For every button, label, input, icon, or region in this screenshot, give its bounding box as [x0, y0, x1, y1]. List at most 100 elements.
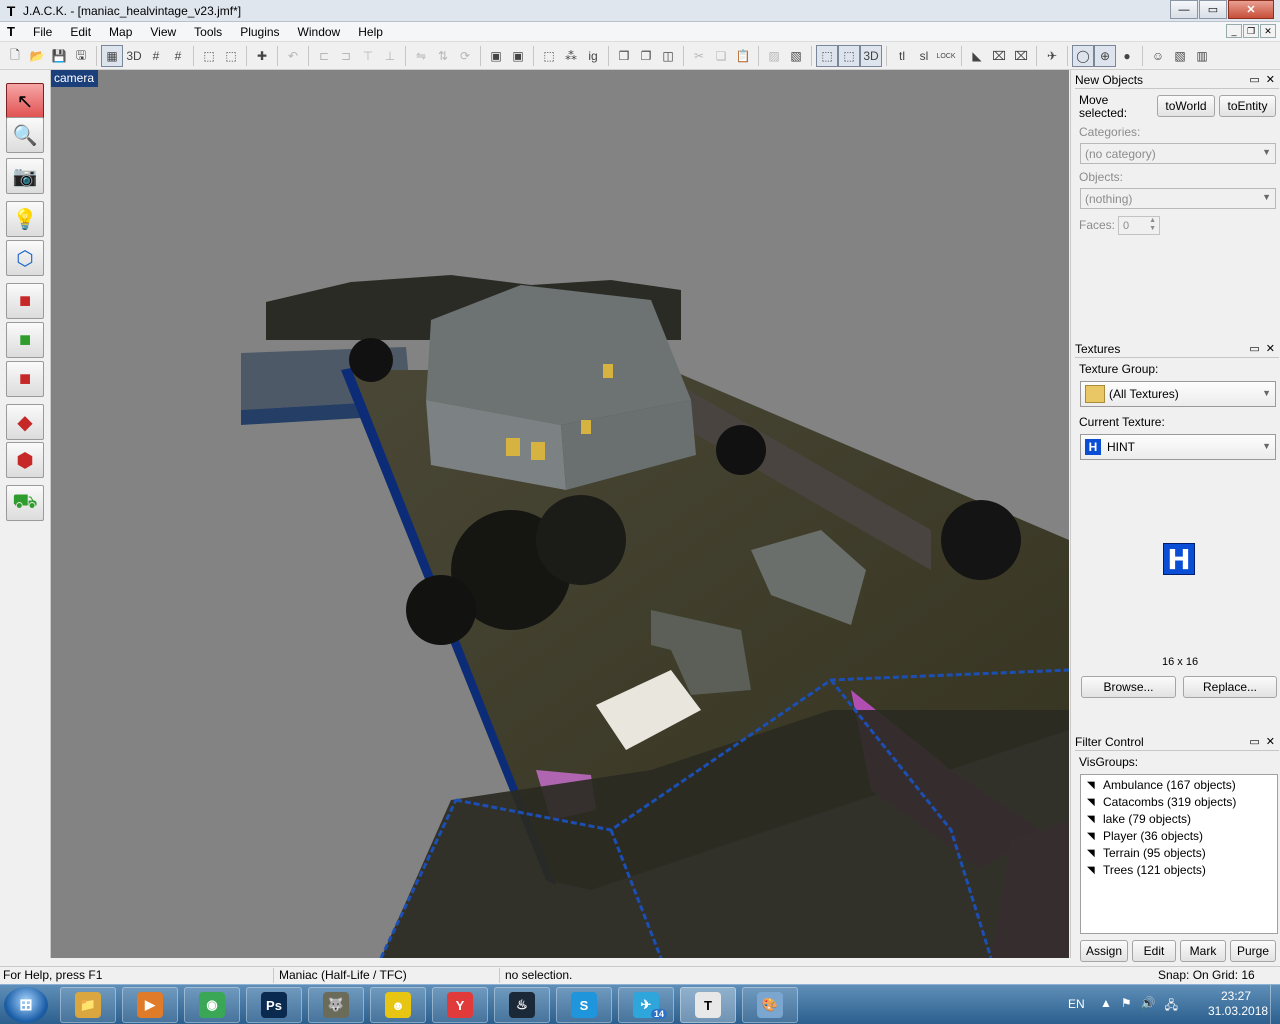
cut-icon[interactable]: ✂: [688, 45, 710, 67]
media-player-icon[interactable]: ▶: [122, 987, 178, 1023]
menu-window[interactable]: Window: [289, 25, 350, 39]
visibility-icon[interactable]: ◥: [1087, 814, 1101, 825]
clip-green-icon[interactable]: ⌧: [1010, 45, 1032, 67]
block-red-tool-icon[interactable]: ■: [6, 361, 44, 397]
menu-tools[interactable]: Tools: [185, 25, 231, 39]
replace-button[interactable]: Replace...: [1183, 676, 1277, 698]
clock[interactable]: 23:27 31.03.2018: [1208, 989, 1268, 1019]
cube-wire-tool-icon[interactable]: ⬡: [6, 240, 44, 276]
visibility-icon[interactable]: ◥: [1087, 865, 1101, 876]
ungroup-icon[interactable]: ❐: [635, 45, 657, 67]
magnify-tool-icon[interactable]: 🔍: [6, 117, 44, 153]
close-icon[interactable]: ✕: [1266, 342, 1275, 355]
close-icon[interactable]: ✕: [1266, 735, 1275, 748]
faces-spinner[interactable]: 0 ▲ ▼: [1118, 216, 1160, 235]
to-world-button[interactable]: toWorld: [1157, 95, 1215, 117]
carve-tool-icon[interactable]: ◣: [966, 45, 988, 67]
hide-icon[interactable]: ◫: [657, 45, 679, 67]
menu-file[interactable]: File: [24, 25, 61, 39]
grid-large-icon[interactable]: #: [167, 45, 189, 67]
show-desktop-button[interactable]: [1270, 985, 1280, 1024]
face-icon[interactable]: ☺: [1147, 45, 1169, 67]
paint-icon[interactable]: 🎨: [742, 987, 798, 1023]
grid-3d-icon[interactable]: 3D: [123, 45, 145, 67]
spin-arrows-icon[interactable]: ▲ ▼: [1149, 217, 1156, 233]
visibility-icon[interactable]: ◥: [1087, 780, 1101, 791]
menu-map[interactable]: Map: [100, 25, 141, 39]
current-texture-select[interactable]: H HINT ▼: [1080, 434, 1276, 460]
grid-small-icon[interactable]: #: [145, 45, 167, 67]
visgroup-item[interactable]: ◥ Ambulance (167 objects): [1087, 778, 1236, 792]
sl-icon[interactable]: sl: [913, 45, 935, 67]
categories-select[interactable]: (no category) ▼: [1080, 143, 1276, 164]
visgroup-item[interactable]: ◥ Trees (121 objects): [1087, 863, 1206, 877]
view-3d-icon[interactable]: 3D: [860, 45, 882, 67]
arrow-up-icon[interactable]: ⊕: [1094, 45, 1116, 67]
texture-lock-icon[interactable]: ▨: [763, 45, 785, 67]
mdi-close-button[interactable]: ✕: [1260, 24, 1276, 38]
entity-to-world-icon[interactable]: ▣: [485, 45, 507, 67]
mdi-restore-button[interactable]: ❐: [1243, 24, 1259, 38]
visibility-icon[interactable]: ◥: [1087, 797, 1101, 808]
to-entity-button[interactable]: toEntity: [1219, 95, 1276, 117]
align-right-icon[interactable]: ⊐: [335, 45, 357, 67]
happy-icon[interactable]: ☻: [370, 987, 426, 1023]
book-icon[interactable]: ▥: [1191, 45, 1213, 67]
close-icon[interactable]: ✕: [1266, 73, 1275, 86]
grid-icon[interactable]: ▦: [101, 45, 123, 67]
sphere-icon[interactable]: ◯: [1072, 45, 1094, 67]
visgroups-list[interactable]: ◥ Ambulance (167 objects) ◥ Catacombs (319 …: [1080, 774, 1278, 934]
select-tool-icon[interactable]: ↖: [6, 83, 44, 119]
camera-viewport[interactable]: camera: [51, 70, 1069, 958]
language-indicator[interactable]: EN: [1068, 997, 1085, 1011]
image-icon[interactable]: ▧: [1169, 45, 1191, 67]
vertex2-icon[interactable]: ⬚: [220, 45, 242, 67]
save-as-icon[interactable]: 🖫: [70, 45, 92, 67]
float-icon[interactable]: ▭: [1249, 342, 1259, 355]
objects-select[interactable]: (nothing) ▼: [1080, 188, 1276, 209]
carve-icon[interactable]: ⬚: [538, 45, 560, 67]
open-icon[interactable]: 📂: [26, 45, 48, 67]
gimp-icon[interactable]: 🐺: [308, 987, 364, 1023]
photoshop-icon[interactable]: Ps: [246, 987, 302, 1023]
menu-plugins[interactable]: Plugins: [231, 25, 288, 39]
block-tool-icon[interactable]: ■: [6, 283, 44, 319]
undo-icon[interactable]: ↶: [282, 45, 304, 67]
copy-icon[interactable]: ❏: [710, 45, 732, 67]
vertex-tool-icon[interactable]: ⬢: [6, 442, 44, 478]
texture-group-select[interactable]: (All Textures) ▼: [1080, 381, 1276, 407]
mark-button[interactable]: Mark: [1180, 940, 1226, 962]
path-tool-icon[interactable]: ⛟: [6, 485, 44, 521]
yandex-icon[interactable]: Y: [432, 987, 488, 1023]
world-to-entity-icon[interactable]: ▣: [507, 45, 529, 67]
jack-icon[interactable]: T: [680, 987, 736, 1023]
ig-icon[interactable]: ig: [582, 45, 604, 67]
mdi-minimize-button[interactable]: _: [1226, 24, 1242, 38]
action-center-icon[interactable]: ⚑: [1121, 996, 1132, 1017]
telegram-icon[interactable]: ✈ 14: [618, 987, 674, 1023]
block-green-tool-icon[interactable]: ■: [6, 322, 44, 358]
camera-tool-icon[interactable]: 📷: [6, 158, 44, 194]
texture-lock2-icon[interactable]: ▧: [785, 45, 807, 67]
group-icon[interactable]: ❒: [613, 45, 635, 67]
purge-button[interactable]: Purge: [1230, 940, 1276, 962]
dots-icon[interactable]: ●: [1116, 45, 1138, 67]
view-2d-b-icon[interactable]: ⬚: [838, 45, 860, 67]
vertex-icon[interactable]: ⬚: [198, 45, 220, 67]
align-top-icon[interactable]: ⊤: [357, 45, 379, 67]
float-icon[interactable]: ▭: [1249, 735, 1259, 748]
assign-button[interactable]: Assign: [1080, 940, 1128, 962]
rotate-icon[interactable]: ⟳: [454, 45, 476, 67]
skype-icon[interactable]: S: [556, 987, 612, 1023]
chrome-icon[interactable]: ◉: [184, 987, 240, 1023]
snap-icon[interactable]: ✚: [251, 45, 273, 67]
show-hidden-icon[interactable]: ▲: [1100, 996, 1112, 1017]
menu-help[interactable]: Help: [349, 25, 392, 39]
browse-button[interactable]: Browse...: [1081, 676, 1176, 698]
menu-edit[interactable]: Edit: [61, 25, 100, 39]
steam-icon[interactable]: ♨: [494, 987, 550, 1023]
flip-h-icon[interactable]: ⇋: [410, 45, 432, 67]
tl-icon[interactable]: tl: [891, 45, 913, 67]
align-bottom-icon[interactable]: ⊥: [379, 45, 401, 67]
visgroup-item[interactable]: ◥ Terrain (95 objects): [1087, 846, 1206, 860]
